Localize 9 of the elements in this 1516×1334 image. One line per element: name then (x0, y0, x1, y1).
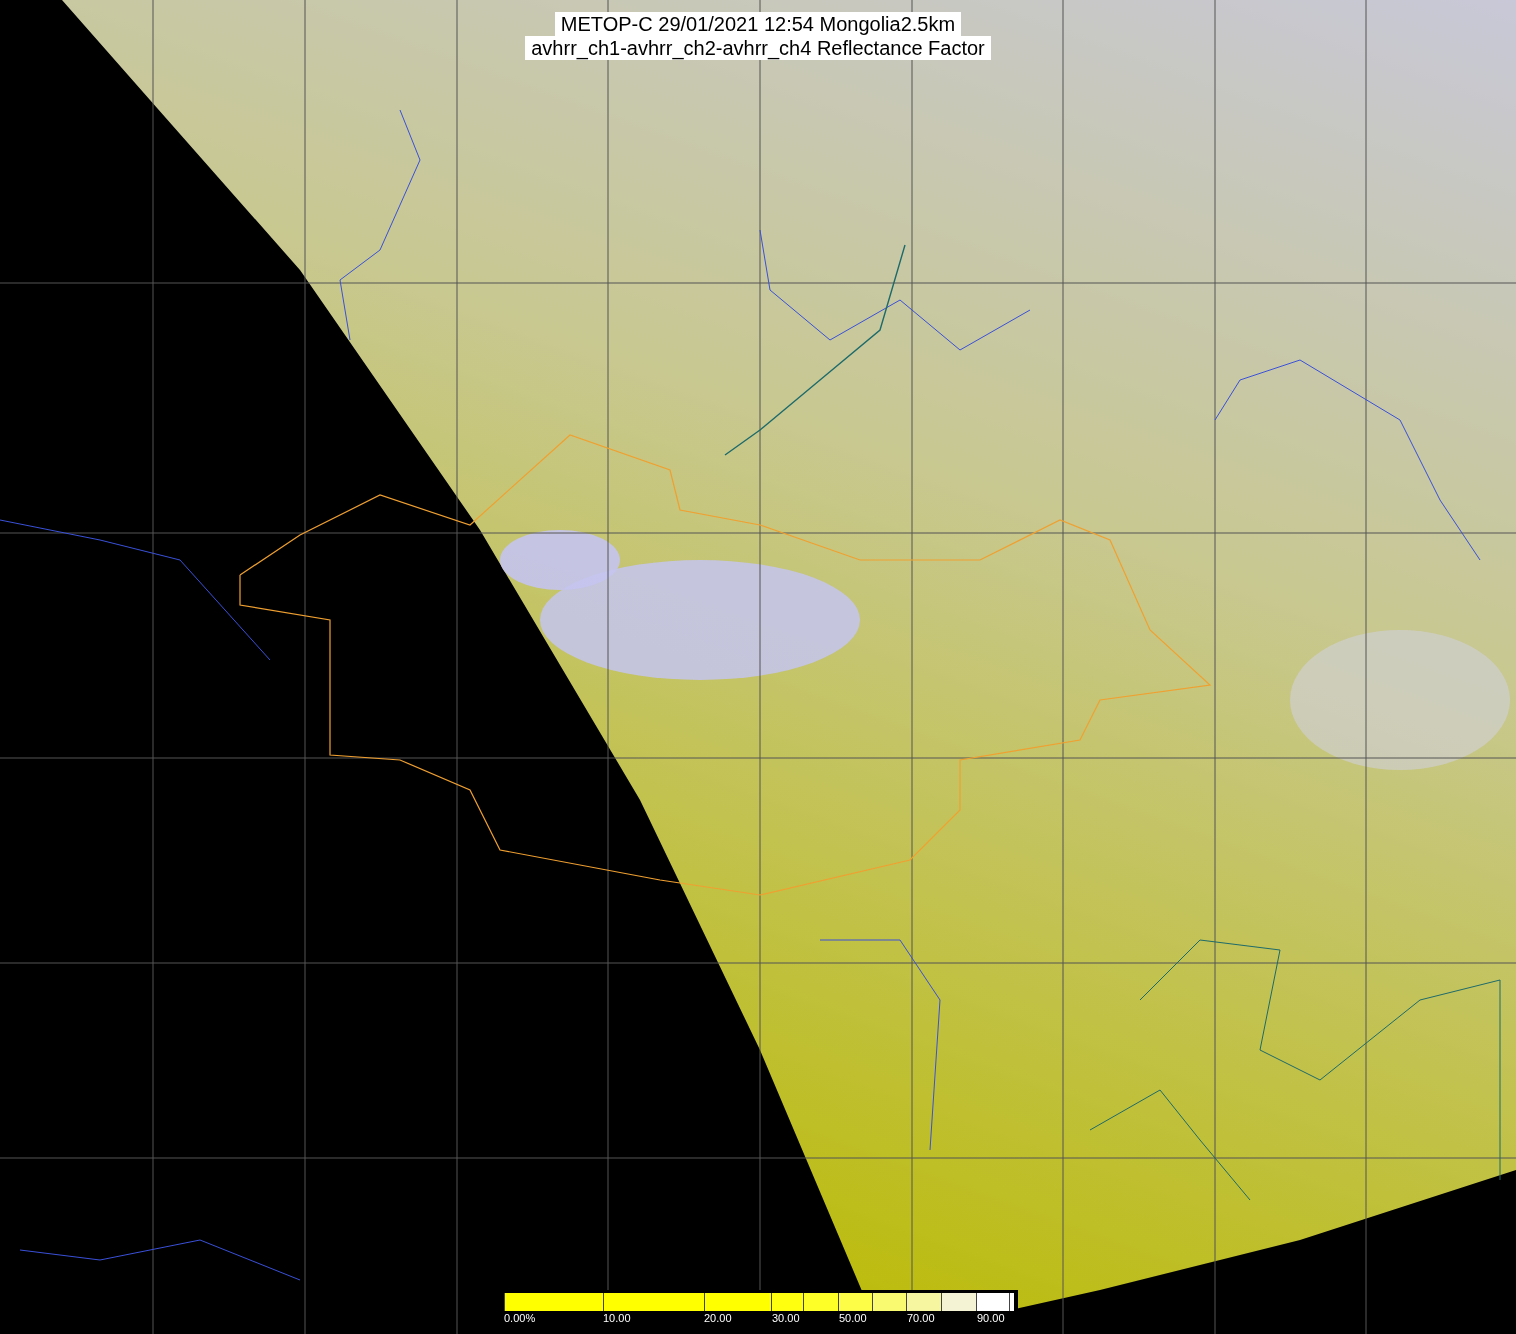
scale-label: 20.00 (704, 1312, 732, 1324)
scale-label: 50.00 (839, 1312, 867, 1324)
map-title: METOP-C 29/01/2021 12:54 Mongolia2.5km (554, 12, 962, 36)
scale-label: 10.00 (603, 1312, 631, 1324)
scale-label: 90.00 (977, 1312, 1005, 1324)
scale-label: 70.00 (907, 1312, 935, 1324)
map-title: avhrr_ch1-avhrr_ch2-avhrr_ch4 Reflectance Factor (525, 36, 991, 60)
scale-label: 0.00% (504, 1312, 536, 1324)
scale-label: 30.00 (772, 1312, 800, 1324)
